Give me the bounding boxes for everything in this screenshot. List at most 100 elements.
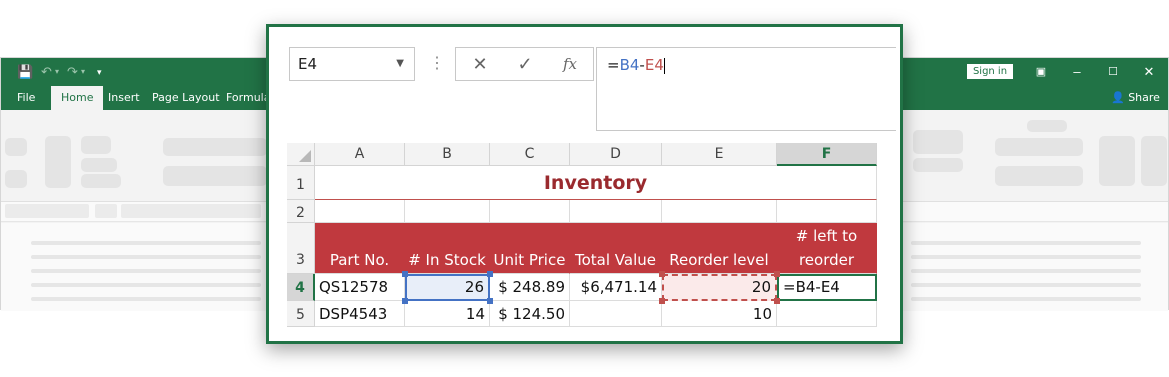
range-handle[interactable] — [774, 271, 780, 277]
cell-b5[interactable]: 14 — [405, 301, 490, 327]
check-icon[interactable]: ✓ — [503, 48, 547, 80]
column-header-d[interactable]: D — [570, 143, 662, 166]
cell-b4[interactable]: 26 — [405, 274, 490, 301]
ribbon-placeholder — [995, 166, 1083, 186]
range-handle[interactable] — [659, 271, 665, 277]
namebox-placeholder — [5, 204, 89, 218]
ribbon-placeholder — [1027, 120, 1067, 132]
header-in-stock[interactable]: # In Stock — [405, 223, 490, 274]
grid-line-placeholder — [31, 269, 261, 273]
namebox-placeholder — [95, 204, 117, 218]
range-handle[interactable] — [774, 298, 780, 304]
row-header-4[interactable]: 4 — [287, 274, 315, 301]
tab-file[interactable]: File — [17, 86, 35, 110]
formula-prefix: = — [607, 56, 620, 74]
sheet-title[interactable]: Inventory — [315, 166, 877, 200]
spreadsheet-grid: A B C D E F 1 2 3 4 5 Inventory Part No.… — [287, 143, 877, 327]
share-button[interactable]: 👤 Share — [1111, 86, 1160, 110]
cell[interactable] — [490, 200, 570, 223]
ribbon-placeholder — [81, 136, 111, 154]
minimize-icon[interactable]: – — [1067, 58, 1087, 86]
tab-insert[interactable]: Insert — [108, 86, 140, 110]
range-handle[interactable] — [402, 271, 408, 277]
grid-line-placeholder — [31, 241, 261, 245]
chevron-down-icon[interactable]: ▼ — [396, 48, 404, 80]
cell-e4[interactable]: 20 — [662, 274, 777, 301]
row-header-5[interactable]: 5 — [287, 301, 315, 327]
cell[interactable] — [315, 200, 405, 223]
cell[interactable] — [405, 200, 490, 223]
cell-f5[interactable] — [777, 301, 877, 327]
ribbon-placeholder — [81, 174, 121, 188]
grid-line-placeholder — [911, 269, 1141, 273]
column-header-e[interactable]: E — [662, 143, 777, 166]
customize-toolbar-icon[interactable]: ▾ — [97, 58, 102, 86]
save-icon[interactable]: 💾 — [17, 58, 33, 86]
insert-function-icon[interactable]: fx — [548, 48, 592, 80]
range-handle[interactable] — [487, 271, 493, 277]
column-header-c[interactable]: C — [490, 143, 570, 166]
cell-e4-value: 20 — [751, 278, 771, 296]
header-part-no[interactable]: Part No. — [315, 223, 405, 274]
select-all-corner[interactable] — [287, 143, 315, 166]
ribbon-placeholder — [45, 136, 71, 188]
sign-in-button[interactable]: Sign in — [967, 64, 1013, 79]
cell-d5[interactable] — [570, 301, 662, 327]
ribbon-placeholder — [81, 158, 117, 172]
close-window-icon[interactable]: ✕ — [1139, 58, 1159, 86]
grid-line-placeholder — [911, 283, 1141, 287]
grid-line-placeholder — [31, 283, 261, 287]
cell[interactable] — [777, 200, 877, 223]
cell-c5[interactable]: $ 124.50 — [490, 301, 570, 327]
tab-home[interactable]: Home — [51, 86, 104, 110]
cell-f4-active[interactable]: =B4-E4 — [777, 274, 877, 301]
grid-line-placeholder — [31, 255, 261, 259]
grid-line-placeholder — [911, 241, 1141, 245]
name-box[interactable]: E4 ▼ — [289, 47, 415, 81]
ribbon-placeholder — [1099, 136, 1135, 186]
redo-icon[interactable]: ↷ — [67, 58, 78, 86]
row-header-1[interactable]: 1 — [287, 166, 315, 200]
header-left-to-reorder[interactable]: # left to reorder — [777, 223, 877, 274]
more-options-icon[interactable]: ⋮ — [429, 53, 445, 73]
row-header-3[interactable]: 3 — [287, 223, 315, 274]
cell-c4[interactable]: $ 248.89 — [490, 274, 570, 301]
tab-page-layout[interactable]: Page Layout — [152, 86, 220, 110]
ribbon-placeholder — [1141, 136, 1167, 186]
ribbon-placeholder — [5, 138, 27, 156]
share-label: Share — [1128, 91, 1160, 104]
zoomed-spreadsheet-panel: E4 ▼ ⋮ ✕ ✓ fx =B4-E4 A B C D E F 1 2 3 4… — [266, 24, 903, 344]
formula-buttons: ✕ ✓ fx — [455, 47, 594, 81]
ribbon-placeholder — [5, 170, 27, 188]
ribbon-placeholder — [913, 130, 963, 154]
cell-a5[interactable]: DSP4543 — [315, 301, 405, 327]
range-handle[interactable] — [402, 298, 408, 304]
range-handle[interactable] — [487, 298, 493, 304]
close-icon[interactable]: ✕ — [458, 48, 502, 80]
text-caret — [663, 57, 665, 74]
cell[interactable] — [570, 200, 662, 223]
cell-e5[interactable]: 10 — [662, 301, 777, 327]
ribbon-display-icon[interactable]: ▣ — [1031, 58, 1051, 86]
formula-ref-e4: E4 — [644, 56, 664, 74]
formula-input[interactable]: =B4-E4 — [596, 47, 896, 131]
cell-a4[interactable]: QS12578 — [315, 274, 405, 301]
header-unit-price[interactable]: Unit Price — [490, 223, 570, 274]
column-header-b[interactable]: B — [405, 143, 490, 166]
cell-d4[interactable]: $6,471.14 — [570, 274, 662, 301]
maximize-icon[interactable]: ☐ — [1103, 58, 1123, 86]
ribbon-placeholder — [163, 138, 267, 156]
cell[interactable] — [662, 200, 777, 223]
undo-icon[interactable]: ↶ — [41, 58, 52, 86]
ribbon-placeholder — [163, 166, 267, 186]
ribbon-placeholder — [995, 138, 1083, 156]
column-header-a[interactable]: A — [315, 143, 405, 166]
range-handle[interactable] — [659, 298, 665, 304]
row-header-2[interactable]: 2 — [287, 200, 315, 223]
header-total-value[interactable]: Total Value — [570, 223, 662, 274]
header-reorder-level[interactable]: Reorder level — [662, 223, 777, 274]
undo-dropdown-icon[interactable]: ▾ — [55, 58, 59, 86]
person-icon: 👤 — [1111, 91, 1125, 104]
redo-dropdown-icon[interactable]: ▾ — [81, 58, 85, 86]
column-header-f[interactable]: F — [777, 143, 877, 166]
